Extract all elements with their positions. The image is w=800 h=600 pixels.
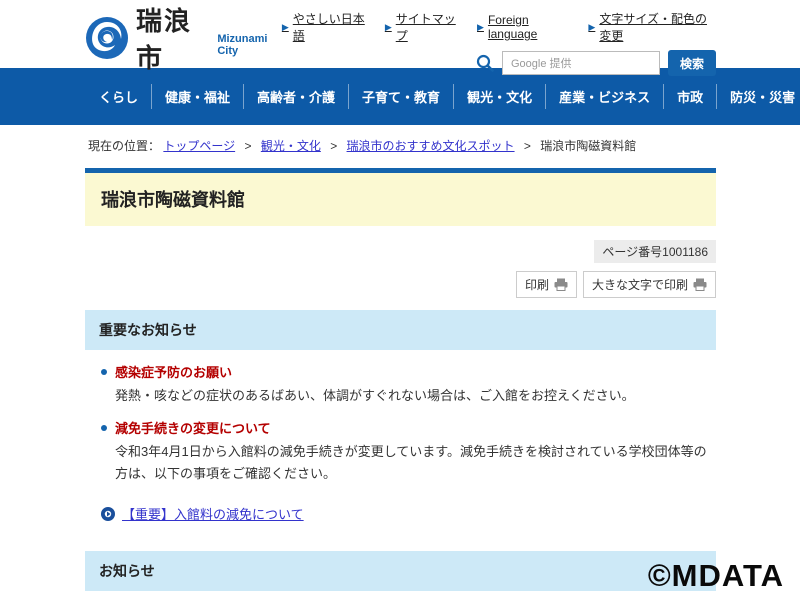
notice-body: 令和3年4月1日から入館料の減免手続きが変更しています。減免手続きを検討されてい… bbox=[101, 441, 712, 484]
triangle-icon: ▶ bbox=[385, 22, 392, 33]
nav-item-industry-business[interactable]: 産業・ビジネス bbox=[545, 84, 663, 109]
admission-fee-reduction-link[interactable]: 【重要】入館料の減免について bbox=[122, 504, 304, 523]
breadcrumb-link-top[interactable]: トップページ bbox=[163, 139, 235, 153]
section-news: お知らせ 企画展「大湫宿 森川家の塩商い」は会期を延長して開催中です！ 中山道大… bbox=[85, 551, 716, 600]
main-nav-list: くらし 健康・福祉 高齢者・介護 子育て・教育 観光・文化 産業・ビジネス 市政… bbox=[86, 84, 800, 109]
breadcrumb-separator: > bbox=[244, 139, 251, 153]
notice-title-text: 感染症予防のお願い bbox=[115, 362, 232, 381]
printer-icon bbox=[693, 278, 707, 291]
nav-item-elderly-care[interactable]: 高齢者・介護 bbox=[243, 84, 348, 109]
breadcrumb-current: 瑞浪市陶磁資料館 bbox=[540, 139, 636, 153]
printer-icon bbox=[554, 278, 568, 291]
notice-title: 感染症予防のお願い bbox=[101, 362, 232, 381]
page-number-badge: ページ番号1001186 bbox=[594, 240, 716, 263]
document-link-row: 【重要】入館料の減免について bbox=[85, 496, 716, 539]
notice-title: 減免手続きの変更について bbox=[101, 418, 271, 437]
list-item: 感染症予防のお願い 発熱・咳などの症状のあるばあい、体調がすぐれない場合は、ご入… bbox=[101, 362, 712, 406]
utility-link-label: やさしい日本語 bbox=[293, 10, 367, 44]
breadcrumb-separator: > bbox=[524, 139, 531, 153]
city-logo-icon bbox=[86, 17, 128, 59]
notice-title-text: 減免手続きの変更について bbox=[115, 418, 271, 437]
print-large-button-label: 大きな文字で印刷 bbox=[592, 276, 688, 293]
utility-link-label: Foreign language bbox=[488, 13, 570, 41]
search-icon bbox=[476, 54, 494, 72]
main-content: 瑞浪市陶磁資料館 ページ番号1001186 印刷 大きな文字で印刷 bbox=[85, 168, 716, 600]
utility-link-font-size-color[interactable]: ▶ 文字サイズ・配色の変更 bbox=[588, 10, 716, 44]
list-item: 減免手続きの変更について 令和3年4月1日から入館料の減免手続きが変更しています… bbox=[101, 418, 712, 484]
print-large-button[interactable]: 大きな文字で印刷 bbox=[583, 271, 716, 298]
nav-item-health-welfare[interactable]: 健康・福祉 bbox=[151, 84, 243, 109]
section-important-notices: 重要なお知らせ 感染症予防のお願い 発熱・咳などの症状のあるばあい、体調がすぐれ… bbox=[85, 310, 716, 539]
section-heading-news: お知らせ bbox=[85, 551, 716, 591]
important-notice-list: 感染症予防のお願い 発熱・咳などの症状のあるばあい、体調がすぐれない場合は、ご入… bbox=[85, 350, 716, 484]
breadcrumb-separator: > bbox=[330, 139, 337, 153]
print-row: 印刷 大きな文字で印刷 bbox=[85, 271, 716, 298]
utility-link-label: 文字サイズ・配色の変更 bbox=[599, 10, 716, 44]
breadcrumb-link-culture-spots[interactable]: 瑞浪市のおすすめ文化スポット bbox=[347, 139, 515, 153]
utility-link-sitemap[interactable]: ▶ サイトマップ bbox=[385, 10, 459, 44]
circle-arrow-icon bbox=[101, 507, 115, 521]
triangle-icon: ▶ bbox=[477, 22, 484, 33]
site-logo[interactable]: 瑞浪市 Mizunami City bbox=[86, 8, 282, 68]
page-number-row: ページ番号1001186 bbox=[85, 240, 716, 263]
breadcrumb-link-tourism-culture[interactable]: 観光・文化 bbox=[261, 139, 321, 153]
breadcrumb-label: 現在の位置： bbox=[88, 139, 160, 153]
page: 瑞浪市 Mizunami City ▶ やさしい日本語 ▶ サイトマップ ▶ Fore… bbox=[0, 0, 800, 600]
search-button[interactable]: 検索 bbox=[668, 50, 716, 76]
triangle-icon: ▶ bbox=[282, 22, 289, 33]
bullet-icon bbox=[101, 425, 107, 431]
triangle-icon: ▶ bbox=[588, 22, 595, 33]
site-name-en: Mizunami City bbox=[217, 33, 282, 57]
bullet-icon bbox=[101, 369, 107, 375]
site-search: 検索 bbox=[476, 50, 716, 76]
nav-item-city-government[interactable]: 市政 bbox=[663, 84, 716, 109]
site-header: 瑞浪市 Mizunami City ▶ やさしい日本語 ▶ サイトマップ ▶ Fore… bbox=[0, 0, 800, 68]
section-heading-important: 重要なお知らせ bbox=[85, 310, 716, 350]
breadcrumb: 現在の位置： トップページ > 観光・文化 > 瑞浪市のおすすめ文化スポット >… bbox=[0, 125, 800, 164]
nav-item-disaster-prevention[interactable]: 防災・災害 bbox=[716, 84, 800, 109]
watermark: ©MDATA bbox=[648, 558, 784, 594]
search-input[interactable] bbox=[502, 51, 660, 75]
utility-links: ▶ やさしい日本語 ▶ サイトマップ ▶ Foreign language ▶ 文字サイ… bbox=[282, 10, 716, 44]
site-name: 瑞浪市 bbox=[136, 1, 209, 75]
nav-item-kurashi[interactable]: くらし bbox=[86, 84, 151, 109]
nav-item-childcare-education[interactable]: 子育て・教育 bbox=[348, 84, 453, 109]
header-right: ▶ やさしい日本語 ▶ サイトマップ ▶ Foreign language ▶ 文字サイ… bbox=[282, 6, 716, 68]
utility-link-easy-japanese[interactable]: ▶ やさしい日本語 bbox=[282, 10, 367, 44]
notice-body: 発熱・咳などの症状のあるばあい、体調がすぐれない場合は、ご入館をお控えください。 bbox=[101, 385, 712, 406]
nav-item-tourism-culture[interactable]: 観光・文化 bbox=[453, 84, 545, 109]
utility-link-label: サイトマップ bbox=[396, 10, 459, 44]
print-button[interactable]: 印刷 bbox=[516, 271, 577, 298]
print-button-label: 印刷 bbox=[525, 276, 549, 293]
utility-link-foreign-language[interactable]: ▶ Foreign language bbox=[477, 10, 570, 44]
page-title: 瑞浪市陶磁資料館 bbox=[85, 168, 716, 226]
main-nav: くらし 健康・福祉 高齢者・介護 子育て・教育 観光・文化 産業・ビジネス 市政… bbox=[0, 68, 800, 125]
news-list: 企画展「大湫宿 森川家の塩商い」は会期を延長して開催中です！ 中山道大湫宿の商家… bbox=[85, 591, 716, 600]
